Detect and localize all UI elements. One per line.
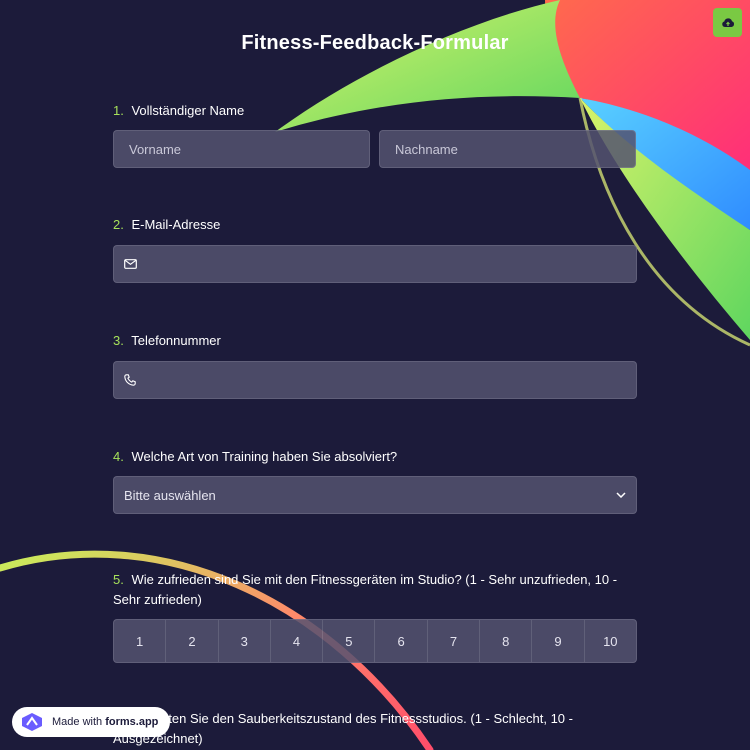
rating-option[interactable]: 4	[271, 620, 324, 662]
badge-brand: forms.app	[105, 716, 159, 728]
question-label: Welche Art von Training haben Sie absolv…	[131, 449, 398, 464]
email-input[interactable]	[113, 245, 637, 283]
question-number: 2.	[113, 217, 124, 232]
question-phone: 3. Telefonnummer	[113, 331, 637, 399]
rating-option[interactable]: 9	[532, 620, 585, 662]
question-number: 1.	[113, 103, 124, 118]
rating-scale: 1 2 3 4 5 6 7 8 9 10	[113, 619, 637, 663]
phone-icon	[124, 374, 136, 386]
first-name-placeholder: Vorname	[129, 141, 182, 157]
question-cleanliness: 6. Bewerten Sie den Sauberkeitszustand d…	[113, 709, 637, 749]
question-label: Bewerten Sie den Sauberkeitszustand des …	[113, 711, 573, 746]
question-number: 5.	[113, 572, 124, 587]
question-equipment-satisfaction: 5. Wie zufrieden sind Sie mit den Fitnes…	[113, 570, 637, 663]
question-training-type: 4. Welche Art von Training haben Sie abs…	[113, 447, 637, 514]
rating-option[interactable]: 8	[480, 620, 533, 662]
cloud-upload-icon	[721, 17, 734, 27]
question-label: Vollständiger Name	[131, 103, 245, 118]
first-name-input[interactable]: Vorname	[113, 130, 370, 168]
badge-prefix: Made with	[52, 716, 103, 728]
forms-app-logo-icon	[20, 712, 44, 732]
select-value: Bitte auswählen	[124, 487, 216, 503]
question-email: 2. E-Mail-Adresse	[113, 215, 637, 283]
rating-option[interactable]: 3	[219, 620, 271, 662]
last-name-input[interactable]: Nachname	[379, 130, 636, 168]
rating-option[interactable]: 6	[375, 620, 428, 662]
save-cloud-button[interactable]	[713, 8, 742, 37]
form-title: Fitness-Feedback-Formular	[241, 32, 509, 54]
question-label: Wie zufrieden sind Sie mit den Fitnessge…	[113, 572, 618, 607]
rating-option[interactable]: 1	[114, 620, 167, 662]
last-name-placeholder: Nachname	[395, 141, 458, 157]
question-number: 4.	[113, 449, 124, 464]
question-label: Telefonnummer	[131, 333, 221, 348]
phone-input[interactable]	[113, 361, 637, 399]
chevron-down-icon	[616, 492, 626, 498]
made-with-badge[interactable]: Made with forms.app	[12, 707, 170, 737]
mail-icon	[124, 259, 137, 269]
question-label: E-Mail-Adresse	[131, 217, 221, 232]
rating-option[interactable]: 2	[166, 620, 219, 662]
rating-option[interactable]: 10	[585, 620, 636, 662]
rating-option[interactable]: 5	[323, 620, 376, 662]
question-number: 3.	[113, 333, 124, 348]
question-full-name: 1. Vollständiger Name Vorname Nachname	[113, 101, 637, 168]
training-type-select[interactable]: Bitte auswählen	[113, 476, 637, 514]
rating-option[interactable]: 7	[428, 620, 481, 662]
form-page: Fitness-Feedback-Formular 1. Vollständig…	[0, 0, 750, 750]
